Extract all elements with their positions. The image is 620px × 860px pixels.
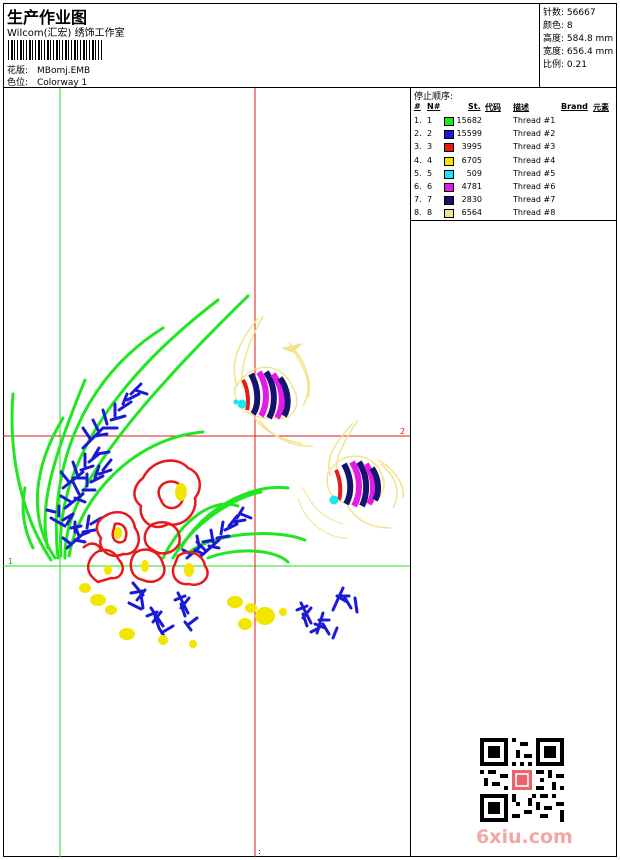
row-index: 8.: [414, 208, 422, 218]
row-needle: 6: [427, 182, 433, 191]
row-code: 6705: [461, 155, 482, 165]
row-index: 1.: [414, 116, 422, 125]
stop-sequence-table: 停止顺序: # N# St. 代码 描述 Brand 元素 1. 1 15682 Th…: [410, 88, 617, 221]
row-description: Thread #8: [513, 208, 556, 218]
table-row: 7. 7 2830 Thread #7: [411, 195, 617, 208]
angelfish-top: [233, 315, 314, 447]
header-info: 生产作业图 Wilcom(汇宏) 绣饰工作室 花版: MBomj.EMB 色位: C…: [3, 3, 540, 88]
row-needle: 2: [427, 129, 433, 139]
color-swatch: [444, 169, 454, 179]
watermark-text: 6xiu.com: [476, 826, 573, 848]
design-stats: 针数: 56667 颜色: 8 高度: 584.8 mm 宽度: 656.4 m…: [540, 3, 617, 88]
qr-code-icon: [480, 738, 564, 822]
row-description: Thread #3: [513, 142, 556, 152]
red-seal-icon: [512, 770, 532, 790]
col-element: 元素: [593, 103, 609, 112]
row-description: Thread #2: [513, 129, 556, 139]
row-code: 15682: [456, 116, 482, 125]
stop-sequence-title: 停止顺序:: [414, 92, 454, 102]
colorway-label: 色位:: [7, 78, 29, 88]
row-needle: 8: [427, 208, 433, 218]
embroidery-preview: 1 2 :: [3, 88, 410, 857]
table-row: 6. 6 4781 Thread #6: [411, 182, 617, 195]
table-row: 4. 4 6705 Thread #4: [411, 156, 617, 169]
color-swatch: [444, 196, 454, 206]
row-code: 509: [466, 168, 482, 178]
row-code: 4781: [461, 182, 482, 191]
design-width: 宽度: 656.4 mm: [543, 47, 614, 57]
row-index: 7.: [414, 195, 422, 205]
table-row: 5. 5 509 Thread #5: [411, 169, 617, 182]
color-swatch: [444, 117, 454, 126]
row-index: 3.: [414, 142, 422, 152]
row-code: 15599: [456, 129, 482, 139]
row-needle: 3: [427, 142, 433, 152]
guide-marker-right: 2: [400, 427, 405, 436]
color-swatch: [444, 183, 454, 192]
table-row: 2. 2 15599 Thread #2: [411, 129, 617, 142]
color-count: 颜色: 8: [543, 21, 573, 31]
guide-marker-bottom: :: [258, 847, 261, 856]
row-index: 4.: [414, 155, 422, 165]
color-swatch: [444, 143, 454, 153]
col-brand: Brand: [561, 102, 588, 111]
barcode-icon: [8, 40, 102, 60]
color-swatch: [444, 130, 454, 140]
design-scale: 比例: 0.21: [543, 60, 587, 70]
header: 生产作业图 Wilcom(汇宏) 绣饰工作室 花版: MBomj.EMB 色位: C…: [3, 3, 617, 88]
row-code: 6564: [461, 208, 482, 218]
col-number: N#: [427, 102, 441, 111]
col-stitch: St.: [468, 102, 481, 111]
row-needle: 7: [427, 195, 433, 205]
stitch-count: 针数: 56667: [543, 8, 596, 18]
row-needle: 4: [427, 155, 433, 165]
row-code: 2830: [461, 195, 482, 205]
table-row: 3. 3 3995 Thread #3: [411, 142, 617, 155]
row-index: 6.: [414, 182, 422, 191]
col-description: 描述: [513, 103, 529, 112]
row-description: Thread #5: [513, 168, 556, 178]
color-swatch: [444, 156, 454, 166]
col-code: 代码: [485, 103, 501, 112]
studio-name: Wilcom(汇宏) 绣饰工作室: [7, 28, 125, 39]
row-description: Thread #4: [513, 155, 556, 165]
row-index: 2.: [414, 129, 422, 139]
row-code: 3995: [461, 142, 482, 152]
right-column-divider: [410, 221, 411, 857]
table-row: 1. 1 15682 Thread #1: [411, 116, 617, 129]
row-index: 5.: [414, 168, 422, 178]
color-swatch: [444, 209, 454, 219]
row-description: Thread #6: [513, 182, 556, 191]
guide-marker-left: 1: [8, 557, 13, 566]
colorway-row: 色位: Colorway 1: [7, 75, 87, 88]
design-height: 高度: 584.8 mm: [543, 34, 614, 44]
angelfish-bottom: [297, 419, 404, 539]
row-needle: 1: [427, 116, 433, 125]
row-needle: 5: [427, 168, 433, 178]
table-row: 8. 8 6564 Thread #8: [411, 208, 617, 221]
row-description: Thread #7: [513, 195, 556, 205]
colorway-value: Colorway 1: [37, 78, 88, 88]
row-description: Thread #1: [513, 116, 556, 125]
col-hash: #: [414, 102, 421, 111]
